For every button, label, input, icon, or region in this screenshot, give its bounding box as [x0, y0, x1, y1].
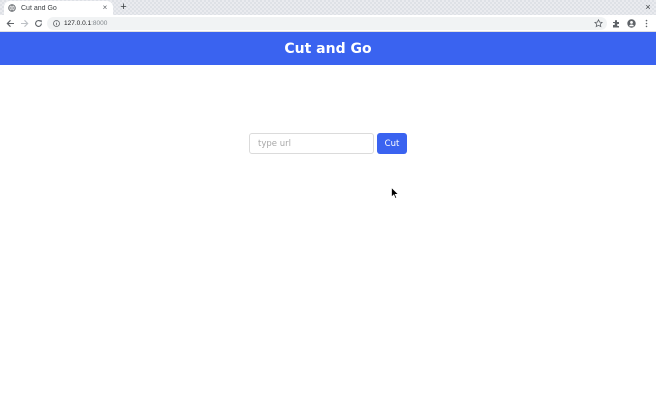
menu-kebab-icon[interactable] — [641, 18, 652, 29]
page-content: Cut and Go Cut — [0, 32, 656, 396]
app-brand[interactable]: Cut and Go — [284, 41, 371, 57]
address-bar[interactable]: 127.0.0.1:8000 — [47, 17, 607, 30]
url-host: 127.0.0.1 — [64, 20, 92, 27]
reload-icon[interactable] — [33, 18, 44, 29]
tab-title: Cut and Go — [21, 4, 57, 12]
extensions-puzzle-icon[interactable] — [611, 18, 622, 29]
window-close-button[interactable]: × — [642, 1, 654, 13]
url-input[interactable] — [249, 133, 374, 154]
tab-strip: Cut and Go × + × — [0, 0, 656, 15]
tab-close-icon[interactable]: × — [101, 4, 109, 12]
cut-button[interactable]: Cut — [377, 133, 407, 154]
mouse-cursor-icon — [391, 186, 400, 199]
new-tab-button[interactable]: + — [118, 2, 129, 13]
forward-arrow-icon[interactable] — [19, 18, 30, 29]
globe-icon — [8, 4, 16, 12]
profile-avatar-icon[interactable] — [626, 18, 637, 29]
info-icon[interactable] — [53, 20, 60, 27]
url-port: :8000 — [91, 20, 108, 27]
browser-toolbar: 127.0.0.1:8000 — [0, 15, 656, 32]
app-navbar: Cut and Go — [0, 32, 656, 65]
star-icon[interactable] — [593, 18, 604, 29]
back-arrow-icon[interactable] — [5, 18, 16, 29]
browser-tab[interactable]: Cut and Go × — [4, 1, 113, 15]
